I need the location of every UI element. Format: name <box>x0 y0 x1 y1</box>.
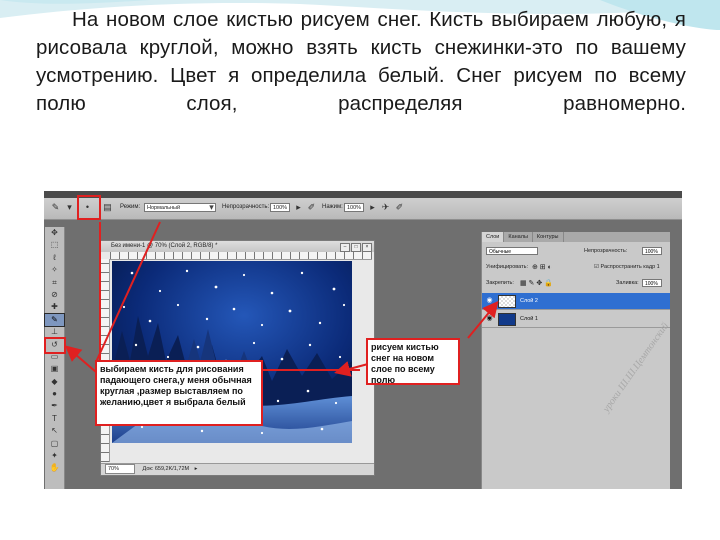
lock-label: Закрепить: <box>486 280 514 286</box>
zoom-field[interactable]: 70% <box>105 464 135 474</box>
hand-tool-icon[interactable]: ✋ <box>45 462 64 474</box>
eyedropper-tool-icon[interactable]: ⊘ <box>45 289 64 301</box>
opacity-input[interactable]: 100% <box>270 203 290 212</box>
tab-channels[interactable]: Каналы <box>504 232 533 242</box>
brush-tool-highlight <box>44 337 66 354</box>
options-bar: ✎ ▾ • ▤ Режим: Нормальный ▾ Непрозрачнос… <box>44 198 682 220</box>
document-size: Док: 659,2K/1,72M <box>142 466 190 472</box>
lesson-paragraph: На новом слое кистью рисуем снег. Кисть … <box>36 8 686 115</box>
document-title: Без имени-1 @ 70% (Слой 2, RGB/8) * <box>111 243 218 249</box>
layer-row-layer-2[interactable]: ◉ Слой 2 <box>482 293 670 310</box>
healing-tool-icon[interactable]: ✚ <box>45 301 64 313</box>
fill-input[interactable]: 100% <box>642 279 662 287</box>
tab-layers[interactable]: Слои <box>482 232 505 242</box>
toolbox: ✥ ⬚ ℓ ✧ ⌗ ⊘ ✚ ✎ ⊥ ↺ ▭ ▣ ◆ ● ✒ T ↖ ▢ ✦ ✋ <box>44 227 65 489</box>
tool-preset-chevron-icon[interactable]: ▾ <box>64 202 75 213</box>
status-menu-arrow-icon[interactable]: ▸ <box>195 466 198 472</box>
layer-name: Слой 2 <box>520 298 538 304</box>
pen-tool-icon[interactable]: ✒ <box>45 400 64 412</box>
tablet-pressure-opacity-icon[interactable]: ✐ <box>306 202 317 213</box>
layer-row-layer-1[interactable]: ◉ Слой 1 <box>482 311 670 328</box>
panel-opacity-label: Непрозрачность: <box>584 248 628 254</box>
layer-thumbnail <box>498 313 516 326</box>
horizontal-ruler <box>110 252 372 260</box>
fill-label: Заливка: <box>616 280 639 286</box>
shape-tool-icon[interactable]: ▢ <box>45 438 64 450</box>
opacity-slider-arrow-icon[interactable]: ▸ <box>293 202 304 213</box>
document-status-bar: 70% Док: 659,2K/1,72M ▸ <box>101 463 374 475</box>
3d-tool-icon[interactable]: ✦ <box>45 450 64 462</box>
close-icon[interactable]: × <box>362 243 372 252</box>
brush-panel-icon[interactable]: ▤ <box>102 202 113 213</box>
lasso-tool-icon[interactable]: ℓ <box>45 252 64 264</box>
lock-icons[interactable]: ▦ ✎ ✥ 🔒 <box>520 279 553 287</box>
photoshop-screenshot: ✎ ▾ • ▤ Режим: Нормальный ▾ Непрозрачнос… <box>44 191 682 489</box>
eye-icon[interactable]: ◉ <box>485 296 494 305</box>
document-window: Без имени-1 @ 70% (Слой 2, RGB/8) * – □ … <box>100 240 375 476</box>
move-tool-icon[interactable]: ✥ <box>45 227 64 239</box>
path-select-tool-icon[interactable]: ↖ <box>45 425 64 437</box>
tab-paths[interactable]: Контуры <box>533 232 564 242</box>
mode-chevron-icon: ▾ <box>209 202 214 212</box>
press-input[interactable]: 100% <box>344 203 364 212</box>
callout-brush-note: выбираем кисть для рисования падающего с… <box>95 360 263 426</box>
tablet-pressure-size-icon[interactable]: ✐ <box>394 202 405 213</box>
mode-label: Режим: <box>120 204 141 210</box>
press-label: Нажим: <box>322 204 343 210</box>
crop-tool-icon[interactable]: ⌗ <box>45 277 64 289</box>
gradient-tool-icon[interactable]: ▣ <box>45 363 64 375</box>
brush-tool-icon[interactable]: ✎ <box>50 202 61 213</box>
menu-bar <box>44 191 682 204</box>
opacity-label: Непрозрачность: <box>222 204 270 210</box>
eye-icon[interactable]: ◉ <box>485 314 494 323</box>
panel-opacity-input[interactable]: 100% <box>642 247 662 255</box>
blur-tool-icon[interactable]: ◆ <box>45 376 64 388</box>
layer-name: Слой 1 <box>520 316 538 322</box>
type-tool-icon[interactable]: T <box>45 413 64 425</box>
dodge-tool-icon[interactable]: ● <box>45 388 64 400</box>
brush-preset-highlight <box>77 195 101 220</box>
unify-icons[interactable]: ⊕ ⊞ ◐ <box>532 263 552 271</box>
airbrush-icon[interactable]: ✈ <box>380 202 391 213</box>
unify-label: Унифицировать: <box>486 264 529 270</box>
brush-tool-button-icon[interactable]: ✎ <box>44 312 65 328</box>
callout-layer-note: рисуем кистью снег на новом слое по всем… <box>366 338 460 385</box>
press-slider-arrow-icon[interactable]: ▸ <box>367 202 378 213</box>
document-title-bar[interactable]: Без имени-1 @ 70% (Слой 2, RGB/8) * – □ … <box>101 241 374 252</box>
panel-tabs: Слои Каналы Контуры <box>482 232 670 242</box>
minimize-icon[interactable]: – <box>340 243 350 252</box>
maximize-icon[interactable]: □ <box>351 243 361 252</box>
marquee-tool-icon[interactable]: ⬚ <box>45 239 64 251</box>
propagate-frame-checkbox[interactable]: ☑ Распространить кадр 1 <box>594 264 660 270</box>
blend-mode-select[interactable]: Обычные <box>486 247 538 255</box>
quick-select-tool-icon[interactable]: ✧ <box>45 264 64 276</box>
layer-thumbnail <box>498 295 516 308</box>
